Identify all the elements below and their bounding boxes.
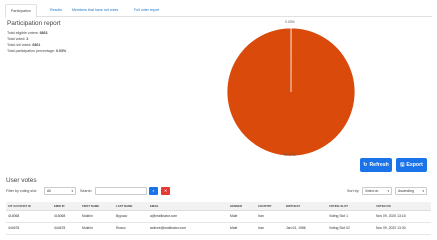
tab-results[interactable]: Results bbox=[45, 4, 67, 17]
table-cell: Iran bbox=[256, 210, 284, 223]
user-votes-table: CIT ACCOUNT ID EMID ID FIRST NAME LAST N… bbox=[6, 202, 431, 235]
table-row[interactable]: 444678 444678 Mukhin Rosso activee@maili… bbox=[6, 222, 431, 235]
table-cell: Bypuco bbox=[114, 210, 148, 223]
column-header[interactable]: FIRST NAME bbox=[80, 202, 114, 211]
refresh-icon: ↻ bbox=[363, 162, 368, 168]
table-cell: Nov 09, 2020 13:30 bbox=[374, 222, 431, 235]
sort-label: Sort by: bbox=[347, 189, 360, 193]
search-input[interactable] bbox=[95, 187, 147, 195]
column-header[interactable]: EMAIL bbox=[148, 202, 228, 211]
table-header-row: CIT ACCOUNT ID EMID ID FIRST NAME LAST N… bbox=[6, 202, 431, 211]
chevron-down-icon: ▾ bbox=[422, 189, 424, 193]
clear-search-button[interactable]: ✕ bbox=[161, 187, 170, 195]
participation-report-title: Participation report bbox=[7, 20, 61, 27]
column-header[interactable]: CIT ACCOUNT ID bbox=[6, 202, 52, 211]
stat-percentage: Total participation percentage: 0.03% bbox=[7, 49, 67, 53]
table-row[interactable]: 416068 416068 Mukhin Bypuco a@mailinator… bbox=[6, 210, 431, 223]
chevron-down-icon: ▾ bbox=[387, 189, 389, 193]
table-cell: 444678 bbox=[6, 222, 52, 235]
sort-order-select[interactable]: Ascending ▾ bbox=[395, 187, 427, 195]
stat-voted: Total voted: 2 bbox=[7, 37, 29, 41]
table-cell: Male bbox=[228, 210, 256, 223]
search-button[interactable]: ⌕ bbox=[149, 187, 158, 195]
column-header[interactable]: VOTED ON bbox=[374, 202, 431, 211]
search-label: Search: bbox=[80, 189, 93, 193]
stat-eligible: Total eligible voters: 6863 bbox=[7, 31, 48, 35]
table-cell bbox=[284, 210, 327, 223]
table-cell: 416068 bbox=[6, 210, 52, 223]
tab-members-not-voted[interactable]: Members that have not votes bbox=[67, 4, 123, 17]
table-cell: 416068 bbox=[52, 210, 80, 223]
table-cell: Mukhin bbox=[80, 222, 114, 235]
pie-label-voted: 0.03% bbox=[285, 20, 295, 24]
filter-slot-label: Filter by voting slot: bbox=[6, 189, 37, 193]
tab-participation[interactable]: Participation bbox=[5, 4, 37, 18]
stat-not-voted: Total not voted: 6861 bbox=[7, 43, 41, 47]
column-header[interactable]: LAST NAME bbox=[114, 202, 148, 211]
column-header[interactable]: EMID ID bbox=[52, 202, 80, 211]
close-icon: ✕ bbox=[163, 188, 168, 193]
column-header[interactable]: BIRTHDAY bbox=[284, 202, 327, 211]
table-cell: Voting Slot 02 bbox=[327, 222, 374, 235]
table-cell: Rosso bbox=[114, 222, 148, 235]
refresh-button[interactable]: ↻ Refresh bbox=[360, 158, 392, 172]
table-cell: a@mailinator.com bbox=[148, 210, 228, 223]
table-cell: Mukhin bbox=[80, 210, 114, 223]
tab-full-voter-report[interactable]: Full voter report bbox=[129, 4, 164, 17]
table-cell: Jan 04, 1986 bbox=[284, 222, 327, 235]
table-cell: Nov 09, 2020 13:16 bbox=[374, 210, 431, 223]
sort-field-select[interactable]: Voted on ▾ bbox=[362, 187, 392, 195]
column-header[interactable]: VOTING SLOT bbox=[327, 202, 374, 211]
search-icon: ⌕ bbox=[152, 188, 155, 193]
column-header[interactable]: GENDER bbox=[228, 202, 256, 211]
column-header[interactable]: COUNTRY bbox=[256, 202, 284, 211]
table-cell: Iran bbox=[256, 222, 284, 235]
user-votes-title: User votes bbox=[6, 177, 37, 184]
table-cell: Male bbox=[228, 222, 256, 235]
pie-slice-1 bbox=[226, 27, 356, 157]
voting-slot-select[interactable]: All ▾ bbox=[44, 187, 76, 195]
participation-pie-chart bbox=[226, 27, 356, 157]
table-cell: 444678 bbox=[52, 222, 80, 235]
table-cell: activee@mailinator.com bbox=[148, 222, 228, 235]
save-icon: 🖫 bbox=[400, 162, 405, 168]
chevron-down-icon: ▾ bbox=[71, 189, 73, 193]
export-button[interactable]: 🖫 Export bbox=[396, 158, 427, 172]
table-cell: Voting Slot 1 bbox=[327, 210, 374, 223]
report-tabs: Participation Results Members that have … bbox=[5, 4, 432, 18]
pie-label-not-voted: 99.97% bbox=[284, 153, 296, 157]
